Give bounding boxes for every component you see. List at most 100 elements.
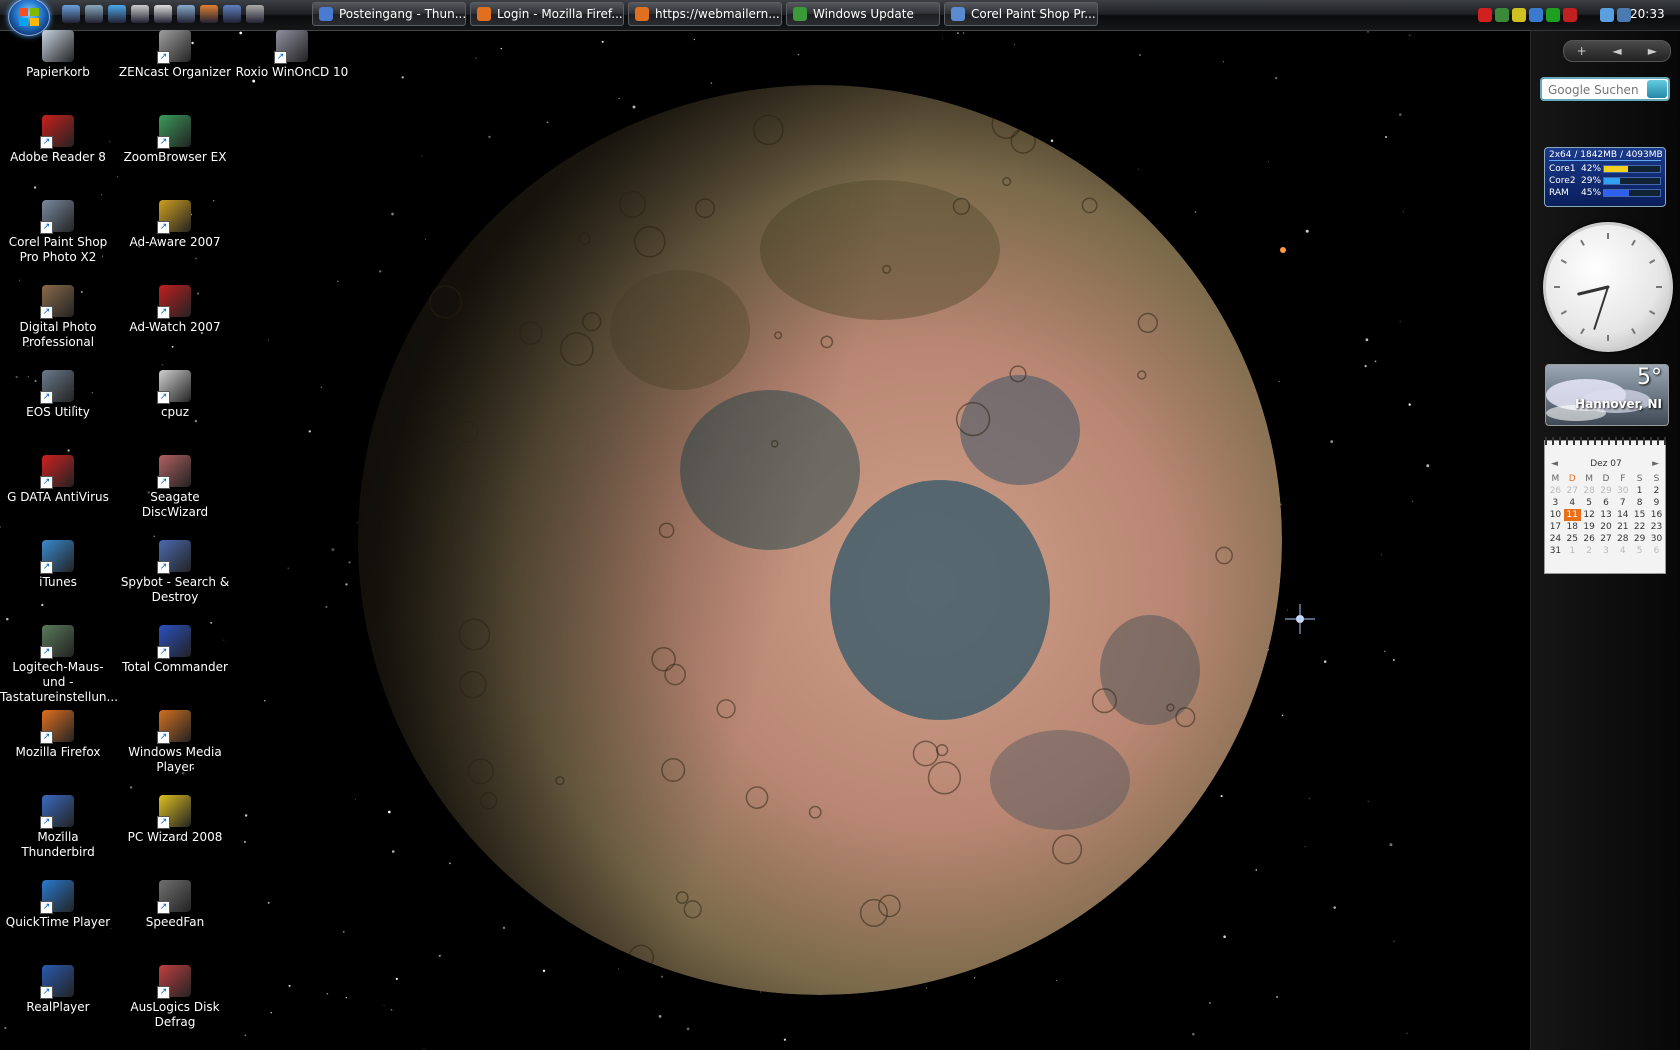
- desktop-icon[interactable]: ↗ EOS Utility: [0, 370, 116, 420]
- calendar-day[interactable]: 16: [1648, 509, 1665, 521]
- desktop-icon[interactable]: ↗ Ad-Watch 2007: [117, 285, 233, 335]
- clock-gadget[interactable]: [1543, 222, 1673, 352]
- calendar-day[interactable]: 28: [1614, 533, 1631, 545]
- calendar-day[interactable]: 4: [1614, 545, 1631, 557]
- calendar-day[interactable]: 3: [1598, 545, 1615, 557]
- calendar-day[interactable]: 11: [1563, 509, 1581, 521]
- green-icon[interactable]: [1529, 8, 1543, 22]
- show-desktop-icon[interactable]: [62, 5, 80, 23]
- taskbar-button[interactable]: Posteingang - Thun...: [312, 2, 466, 26]
- shield-red-icon[interactable]: [1563, 8, 1577, 22]
- taskbar-button[interactable]: Login - Mozilla Firef...: [470, 2, 624, 26]
- calendar-day[interactable]: 8: [1631, 497, 1648, 509]
- desktop-icon[interactable]: ↗ PC Wizard 2008: [117, 795, 233, 845]
- desktop-icon[interactable]: ↗ Total Commander: [117, 625, 233, 675]
- calendar-day[interactable]: 23: [1648, 521, 1665, 533]
- desktop-icon[interactable]: ↗ SpeedFan: [117, 880, 233, 930]
- calendar-day[interactable]: 17: [1547, 521, 1564, 533]
- calendar-day[interactable]: 24: [1547, 533, 1564, 545]
- calendar-day[interactable]: 12: [1581, 509, 1598, 521]
- speaker-icon[interactable]: [1600, 8, 1614, 22]
- calendar-day[interactable]: 22: [1631, 521, 1648, 533]
- desktop-icon[interactable]: ↗ Roxio WinOnCD 10: [234, 30, 350, 80]
- calendar-day[interactable]: 30: [1648, 533, 1665, 545]
- desktop-icon[interactable]: ↗ ZoomBrowser EX: [117, 115, 233, 165]
- firefox-icon[interactable]: [200, 5, 218, 23]
- switch-windows-icon[interactable]: [85, 5, 103, 23]
- desktop-icon[interactable]: ↗ Mozilla Thunderbird: [0, 795, 116, 860]
- calendar-day[interactable]: 19: [1581, 521, 1598, 533]
- calendar-day[interactable]: 4: [1564, 497, 1581, 509]
- calendar-day[interactable]: 21: [1614, 521, 1631, 533]
- monitor-icon[interactable]: [1617, 8, 1631, 22]
- calendar-day[interactable]: 6: [1648, 545, 1665, 557]
- thunderbird-icon[interactable]: [223, 5, 241, 23]
- arrow-icon[interactable]: [1512, 8, 1526, 22]
- calendar-day[interactable]: 5: [1631, 545, 1648, 557]
- calendar-day[interactable]: 10: [1547, 509, 1564, 521]
- desktop-icon[interactable]: ↗ G DATA AntiVirus: [0, 455, 116, 505]
- desktop-icon[interactable]: ↗ iTunes: [0, 540, 116, 590]
- weather-gadget[interactable]: 5° Hannover, NI: [1545, 364, 1669, 426]
- taskbar-clock[interactable]: 20:33: [1630, 7, 1665, 21]
- calendar-day[interactable]: 13: [1598, 509, 1615, 521]
- calendar-day[interactable]: 25: [1564, 533, 1581, 545]
- close-red-icon[interactable]: [1478, 8, 1492, 22]
- screenshot-icon[interactable]: [246, 5, 264, 23]
- desktop-icon[interactable]: ↗ Seagate DiscWizard: [117, 455, 233, 520]
- calendar-day[interactable]: 15: [1631, 509, 1648, 521]
- desktop-icon[interactable]: ↗ Spybot - Search & Destroy: [117, 540, 233, 605]
- internet-explorer-icon[interactable]: [108, 5, 126, 23]
- calendar-day[interactable]: 2: [1648, 485, 1665, 497]
- calendar-day[interactable]: 27: [1564, 485, 1581, 497]
- calendar-day[interactable]: 30: [1614, 485, 1631, 497]
- save-icon[interactable]: [154, 5, 172, 23]
- calendar-day[interactable]: 26: [1581, 533, 1598, 545]
- taskbar-button[interactable]: Corel Paint Shop Pr...: [944, 2, 1098, 26]
- calendar-day[interactable]: 31: [1547, 545, 1564, 557]
- calendar-day[interactable]: 18: [1564, 521, 1581, 533]
- prev-gadget-button[interactable]: ◄: [1599, 44, 1634, 58]
- network-icon[interactable]: [1495, 8, 1509, 22]
- next-gadget-button[interactable]: ►: [1635, 44, 1670, 58]
- desktop-icon[interactable]: ↗ Ad-Aware 2007: [117, 200, 233, 250]
- add-gadget-button[interactable]: +: [1564, 44, 1599, 58]
- calendar-gadget[interactable]: ◄ Dez 07 ► M D M D F S S 26 27 28 29 30 1 2 3 4 5 6 7 8 9 10 1…: [1544, 437, 1667, 574]
- desktop-icon[interactable]: ↗ Digital Photo Professional: [0, 285, 116, 350]
- calendar-day[interactable]: 20: [1598, 521, 1615, 533]
- calendar-day[interactable]: 26: [1547, 485, 1564, 497]
- shield-icon[interactable]: [1546, 8, 1560, 22]
- calendar-day[interactable]: 9: [1648, 497, 1665, 509]
- calendar-day[interactable]: 7: [1614, 497, 1631, 509]
- calendar-day[interactable]: 29: [1631, 533, 1648, 545]
- calendar-day[interactable]: 1: [1631, 485, 1648, 497]
- desktop-icon[interactable]: ↗ AusLogics Disk Defrag: [117, 965, 233, 1030]
- calendar-next-icon[interactable]: ►: [1652, 459, 1659, 469]
- taskbar-button[interactable]: Windows Update: [786, 2, 940, 26]
- calendar-day[interactable]: 2: [1581, 545, 1598, 557]
- google-search-input[interactable]: [1546, 81, 1650, 99]
- calendar-day[interactable]: 14: [1614, 509, 1631, 521]
- desktop-icon[interactable]: ↗ Mozilla Firefox: [0, 710, 116, 760]
- desktop-icon[interactable]: ↗ Windows Media Player: [117, 710, 233, 775]
- calendar-day[interactable]: 1: [1564, 545, 1581, 557]
- desktop-icon[interactable]: ↗ cpuz: [117, 370, 233, 420]
- calendar-day[interactable]: 29: [1598, 485, 1615, 497]
- globe-icon[interactable]: [177, 5, 195, 23]
- taskbar-button[interactable]: https://webmailern...: [628, 2, 782, 26]
- desktop-icon[interactable]: ↗ Logitech-Maus- und -Tastatureinstellun.…: [0, 625, 118, 705]
- desktop-icon[interactable]: ↗ Corel Paint Shop Pro Photo X2: [0, 200, 116, 265]
- desktop-icon[interactable]: ↗ Adobe Reader 8: [0, 115, 116, 165]
- desktop-icon[interactable]: ↗ RealPlayer: [0, 965, 116, 1015]
- calendar-day[interactable]: 27: [1598, 533, 1615, 545]
- cpu-meter-value: 29%: [1581, 176, 1602, 186]
- calendar-day[interactable]: 5: [1581, 497, 1598, 509]
- desktop-icon[interactable]: Papierkorb: [0, 30, 116, 80]
- calendar-day[interactable]: 28: [1581, 485, 1598, 497]
- mouse-icon[interactable]: [131, 5, 149, 23]
- search-icon[interactable]: [1647, 80, 1667, 98]
- calendar-day[interactable]: 3: [1547, 497, 1564, 509]
- desktop-icon[interactable]: ↗ ZENcast Organizer: [117, 30, 233, 80]
- calendar-day[interactable]: 6: [1598, 497, 1615, 509]
- desktop-icon[interactable]: ↗ QuickTime Player: [0, 880, 116, 930]
